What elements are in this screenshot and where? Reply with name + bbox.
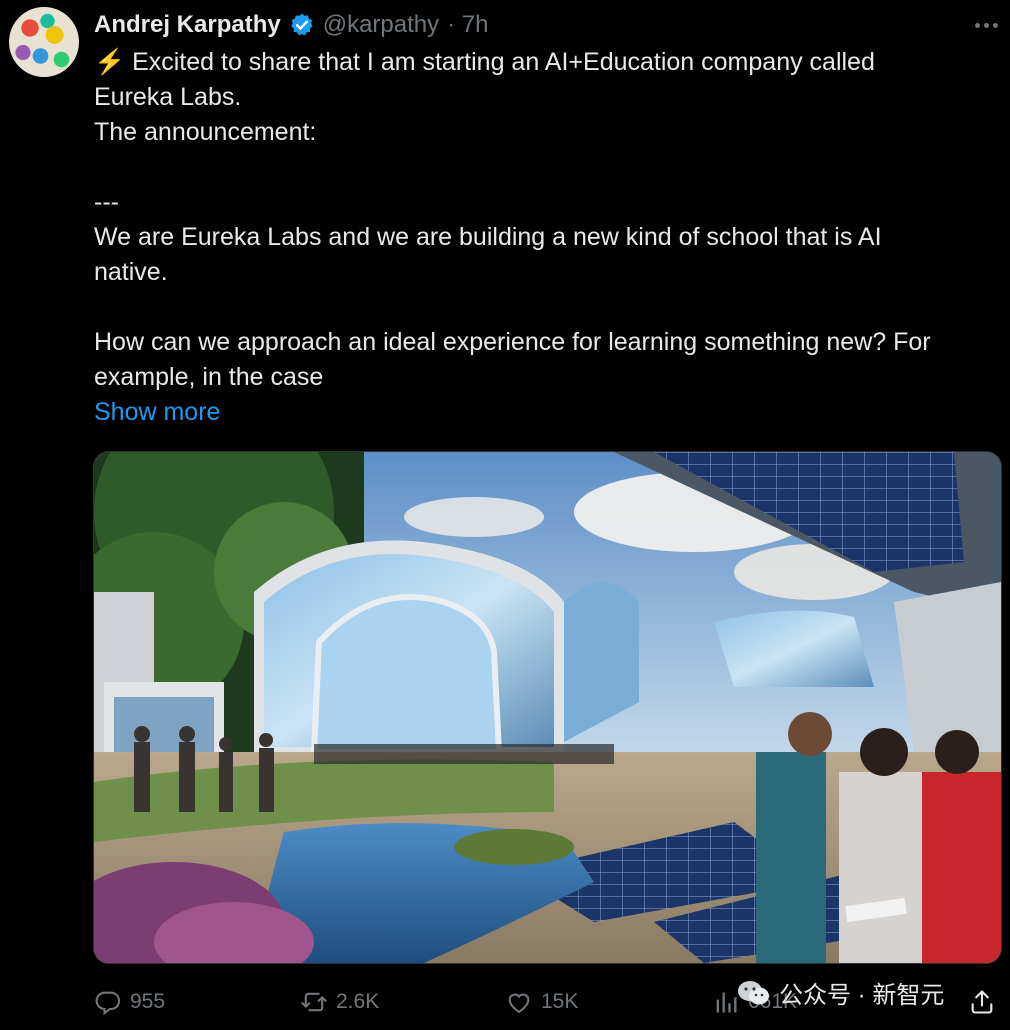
repost-count: 2.6K <box>336 990 380 1013</box>
author-name[interactable]: Andrej Karpathy <box>94 11 281 39</box>
reply-button[interactable]: 955 <box>94 985 165 1019</box>
reply-icon <box>95 991 121 1016</box>
like-icon <box>508 993 530 1014</box>
repost-button[interactable]: 2.6K <box>300 985 379 1019</box>
avatar[interactable] <box>9 7 79 77</box>
tweet-header: Andrej Karpathy @karpathy · 7h <box>94 8 488 42</box>
more-icon <box>974 22 980 28</box>
repost-icon <box>301 992 327 1012</box>
watermark-text: 公众号 · 新智元 <box>779 982 945 1009</box>
views-icon <box>716 992 737 1013</box>
more-options-button[interactable] <box>968 12 1004 38</box>
timestamp[interactable]: · 7h <box>447 11 488 39</box>
like-count: 15K <box>541 990 579 1013</box>
reply-count: 955 <box>130 990 166 1013</box>
tweet-media-image[interactable] <box>93 451 1002 964</box>
wechat-icon <box>738 980 769 1004</box>
verified-badge-icon <box>290 13 313 36</box>
show-more-link[interactable]: Show more <box>94 395 220 430</box>
share-button[interactable] <box>968 985 996 1019</box>
wechat-watermark: 公众号 · 新智元 <box>737 975 944 1010</box>
like-button[interactable]: 15K <box>505 985 578 1019</box>
author-handle[interactable]: @karpathy <box>323 11 439 39</box>
tweet-text: ⚡ Excited to share that I am starting an… <box>94 48 931 391</box>
share-icon <box>971 990 993 1014</box>
